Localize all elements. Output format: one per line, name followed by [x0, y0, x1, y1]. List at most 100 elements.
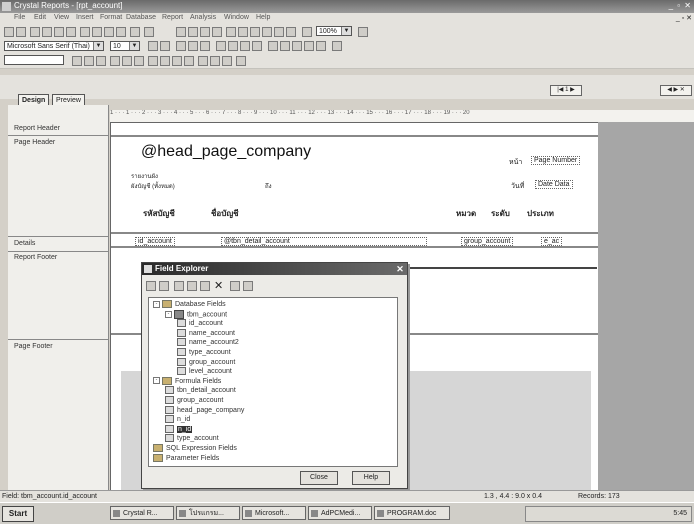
tree-node[interactable]: - Database Fields — [153, 300, 226, 308]
menu-insert[interactable]: Insert — [76, 14, 94, 21]
insert-picture-icon[interactable] — [172, 56, 182, 66]
task-program[interactable]: โปรแกรม... — [176, 506, 240, 520]
page-nav[interactable]: |◀ 1 ▶ — [550, 85, 582, 96]
page-number-field[interactable]: Page Number — [531, 156, 581, 165]
tree-node[interactable]: group_account — [177, 357, 235, 366]
start-button[interactable]: Start — [2, 506, 34, 522]
insert-map-icon[interactable] — [198, 56, 208, 66]
tree-node[interactable]: SQL Expression Fields — [153, 444, 237, 452]
field-explorer-dialog[interactable]: Field Explorer ✕ ✕ - Database Fields - tbm_… — [141, 262, 408, 489]
paste-icon[interactable] — [104, 27, 114, 37]
open-icon[interactable] — [16, 27, 26, 37]
tree-node[interactable]: type_account — [165, 434, 219, 443]
detail-type-field[interactable]: e_ac — [541, 237, 563, 246]
menu-view[interactable]: View — [54, 14, 69, 21]
highlight-icon[interactable] — [332, 41, 342, 51]
tree-node[interactable]: n_id — [165, 424, 193, 433]
insert-hyperlink-icon[interactable] — [222, 56, 232, 66]
insert-box-icon[interactable] — [160, 56, 170, 66]
tree-node[interactable]: group_account — [165, 396, 223, 404]
insert-subreport-icon[interactable] — [134, 56, 144, 66]
menu-help[interactable]: Help — [256, 14, 270, 21]
justify-icon[interactable] — [252, 41, 262, 51]
align-right-icon[interactable] — [240, 41, 250, 51]
database-expert-icon[interactable] — [286, 27, 296, 37]
group-tree-icon[interactable] — [176, 27, 186, 37]
chart-icon[interactable] — [250, 27, 260, 37]
decimal-decrease-icon[interactable] — [316, 41, 326, 51]
tree-node[interactable]: name_account — [177, 328, 235, 337]
report-title-line1[interactable]: รายงานผัง — [131, 171, 158, 181]
sort-icon[interactable] — [238, 27, 248, 37]
menu-report[interactable]: Report — [162, 14, 183, 21]
print-icon[interactable] — [42, 27, 52, 37]
report-title-line2[interactable]: ผังบัญชี (ทั้งหมด) — [131, 181, 175, 191]
column-header-group[interactable]: หมวด — [456, 207, 476, 220]
undo-icon[interactable] — [130, 27, 140, 37]
browse-icon[interactable] — [159, 281, 169, 291]
insert-text-icon[interactable] — [84, 56, 94, 66]
help-button[interactable]: Help — [352, 471, 390, 485]
new-icon[interactable] — [4, 27, 14, 37]
insert-to-report-icon[interactable] — [146, 281, 156, 291]
section-report-header[interactable]: Report Header — [14, 125, 60, 132]
task-program-doc[interactable]: PROGRAM.doc — [374, 506, 450, 520]
insert-group-icon[interactable] — [96, 56, 106, 66]
detail-id-field[interactable]: id_account — [135, 237, 175, 246]
currency-icon[interactable] — [268, 41, 278, 51]
date-field[interactable]: Date Data — [535, 180, 573, 189]
column-header-code[interactable]: รหัสบัญชี — [143, 207, 175, 220]
new-icon[interactable] — [174, 281, 184, 291]
expand-toggle-icon[interactable]: - — [153, 377, 160, 385]
field-explorer-icon[interactable] — [188, 27, 198, 37]
task-adpcmedia[interactable]: AdPCMedi... — [308, 506, 372, 520]
edit-icon[interactable] — [187, 281, 197, 291]
tree-node[interactable]: level_account — [177, 367, 232, 376]
cut-icon[interactable] — [80, 27, 90, 37]
decimal-increase-icon[interactable] — [304, 41, 314, 51]
delete-icon[interactable]: ✕ — [214, 279, 223, 292]
format-painter-icon[interactable] — [116, 27, 126, 37]
map-icon[interactable] — [262, 27, 272, 37]
nav-controls[interactable]: ◀ ▶ ✕ — [660, 85, 692, 96]
insert-olap-icon[interactable] — [236, 56, 246, 66]
insert-line-icon[interactable] — [148, 56, 158, 66]
bold-icon[interactable] — [176, 41, 186, 51]
font-color-icon[interactable] — [148, 41, 158, 51]
font-size-up-icon[interactable] — [160, 41, 170, 51]
zoom-combo[interactable]: 100% ▼ — [316, 26, 352, 36]
date-label[interactable]: วันที่ — [511, 181, 524, 192]
font-size-combo[interactable]: 10 ▼ — [110, 41, 140, 51]
detail-name-field[interactable]: @tbn_detail_account — [221, 237, 427, 246]
detail-group-field[interactable]: group_account — [461, 237, 514, 246]
company-formula-field[interactable]: @head_page_company — [141, 143, 311, 161]
dialog-title-bar[interactable]: Field Explorer ✕ — [142, 263, 407, 275]
summary-icon[interactable] — [212, 27, 222, 37]
nav-next-icon[interactable]: ▶ — [570, 87, 575, 93]
nav-first-icon[interactable]: |◀ — [557, 87, 563, 93]
section-details[interactable]: Details — [14, 240, 35, 247]
section-page-header[interactable]: Page Header — [14, 139, 55, 146]
copy-icon[interactable] — [92, 27, 102, 37]
insert-chart-icon[interactable] — [184, 56, 194, 66]
show-field-type-icon[interactable] — [230, 281, 240, 291]
rename-icon[interactable] — [200, 281, 210, 291]
tree-node[interactable]: id_account — [177, 319, 223, 328]
window-controls[interactable]: _ ▫ ✕ — [669, 1, 692, 10]
system-tray[interactable]: 5:45 — [525, 506, 692, 522]
mdi-controls[interactable]: _ ▫ ✕ — [676, 14, 692, 22]
object-name-box[interactable] — [4, 55, 64, 65]
formula-icon[interactable] — [200, 27, 210, 37]
font-name-combo[interactable]: Microsoft Sans Serif (Thai) ▼ — [4, 41, 104, 51]
section-report-footer[interactable]: Report Footer — [14, 254, 57, 261]
insert-field-icon[interactable] — [72, 56, 82, 66]
field-tree[interactable]: - Database Fields - tbm_account id_account na… — [148, 297, 398, 467]
range-label[interactable]: ถึง — [265, 181, 272, 191]
olap-icon[interactable] — [274, 27, 284, 37]
expand-toggle-icon[interactable]: - — [153, 300, 160, 308]
help-icon[interactable] — [358, 27, 368, 37]
task-crystal-reports[interactable]: Crystal R... — [110, 506, 174, 520]
percent-icon[interactable] — [292, 41, 302, 51]
tree-node[interactable]: - tbm_account — [165, 309, 227, 319]
menu-edit[interactable]: Edit — [34, 14, 46, 21]
